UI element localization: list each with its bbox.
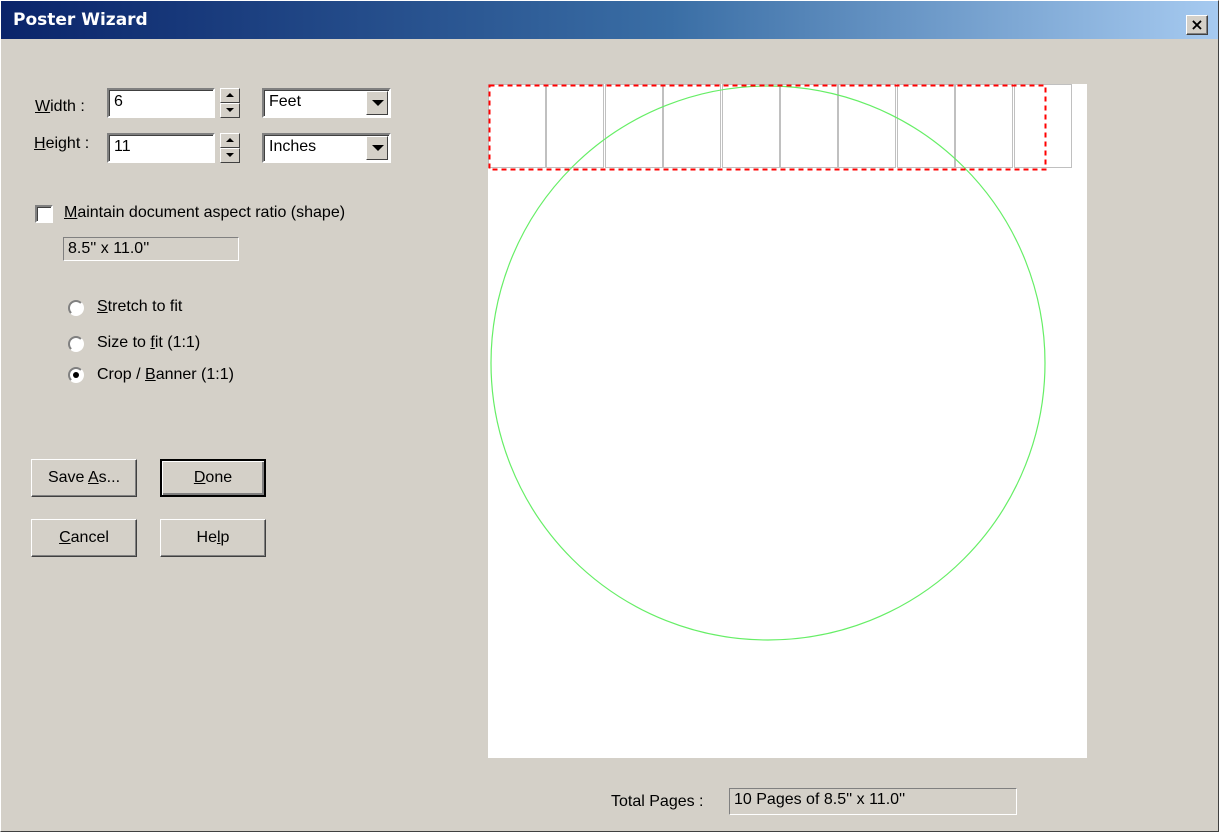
- document-size-display: 8.5'' x 11.0'': [63, 237, 239, 261]
- spin-down-icon[interactable]: [220, 103, 240, 118]
- width-input[interactable]: 6: [107, 88, 215, 118]
- close-button[interactable]: ×: [1186, 15, 1208, 35]
- chevron-down-icon[interactable]: [366, 136, 388, 160]
- width-spinner[interactable]: [220, 88, 240, 118]
- cancel-button[interactable]: Cancel: [31, 519, 137, 557]
- poster-preview: [488, 84, 1087, 758]
- window-title: Poster Wizard: [13, 10, 148, 30]
- spin-down-icon[interactable]: [220, 148, 240, 163]
- width-unit-value: Feet: [269, 93, 302, 110]
- chevron-down-icon[interactable]: [366, 91, 388, 115]
- total-pages-value: 10 Pages of 8.5'' x 11.0'': [729, 788, 1017, 815]
- help-button[interactable]: Help: [160, 519, 266, 557]
- maintain-aspect-label[interactable]: Maintain document aspect ratio (shape): [64, 204, 345, 222]
- close-icon: ×: [1190, 15, 1204, 34]
- width-label: Width :: [35, 98, 85, 115]
- height-unit-value: Inches: [269, 138, 317, 155]
- save-as-button[interactable]: Save As...: [31, 459, 137, 497]
- height-unit-select[interactable]: Inches: [262, 133, 391, 163]
- done-button[interactable]: Done: [160, 459, 266, 497]
- width-unit-select[interactable]: Feet: [262, 88, 391, 118]
- height-label: Height :: [34, 135, 90, 152]
- size-to-fit-label[interactable]: Size to fit (1:1): [97, 334, 200, 352]
- radio-crop-banner[interactable]: [68, 367, 84, 383]
- stretch-to-fit-label[interactable]: Stretch to fit: [97, 298, 182, 316]
- title-bar[interactable]: Poster Wizard ×: [1, 1, 1218, 39]
- height-spinner[interactable]: [220, 133, 240, 163]
- radio-stretch-to-fit[interactable]: [68, 300, 84, 316]
- crop-banner-label[interactable]: Crop / Banner (1:1): [97, 366, 234, 384]
- total-pages-label: Total Pages :: [611, 793, 704, 810]
- height-input[interactable]: 11: [107, 133, 215, 163]
- crop-region: [488, 84, 1047, 171]
- radio-size-to-fit[interactable]: [68, 336, 84, 352]
- preview-overlay: [488, 84, 1047, 641]
- maintain-aspect-checkbox[interactable]: [35, 205, 53, 223]
- poster-wizard-dialog: Poster Wizard × Width : 6 Feet Height : …: [0, 0, 1219, 832]
- spin-up-icon[interactable]: [220, 133, 240, 148]
- spin-up-icon[interactable]: [220, 88, 240, 103]
